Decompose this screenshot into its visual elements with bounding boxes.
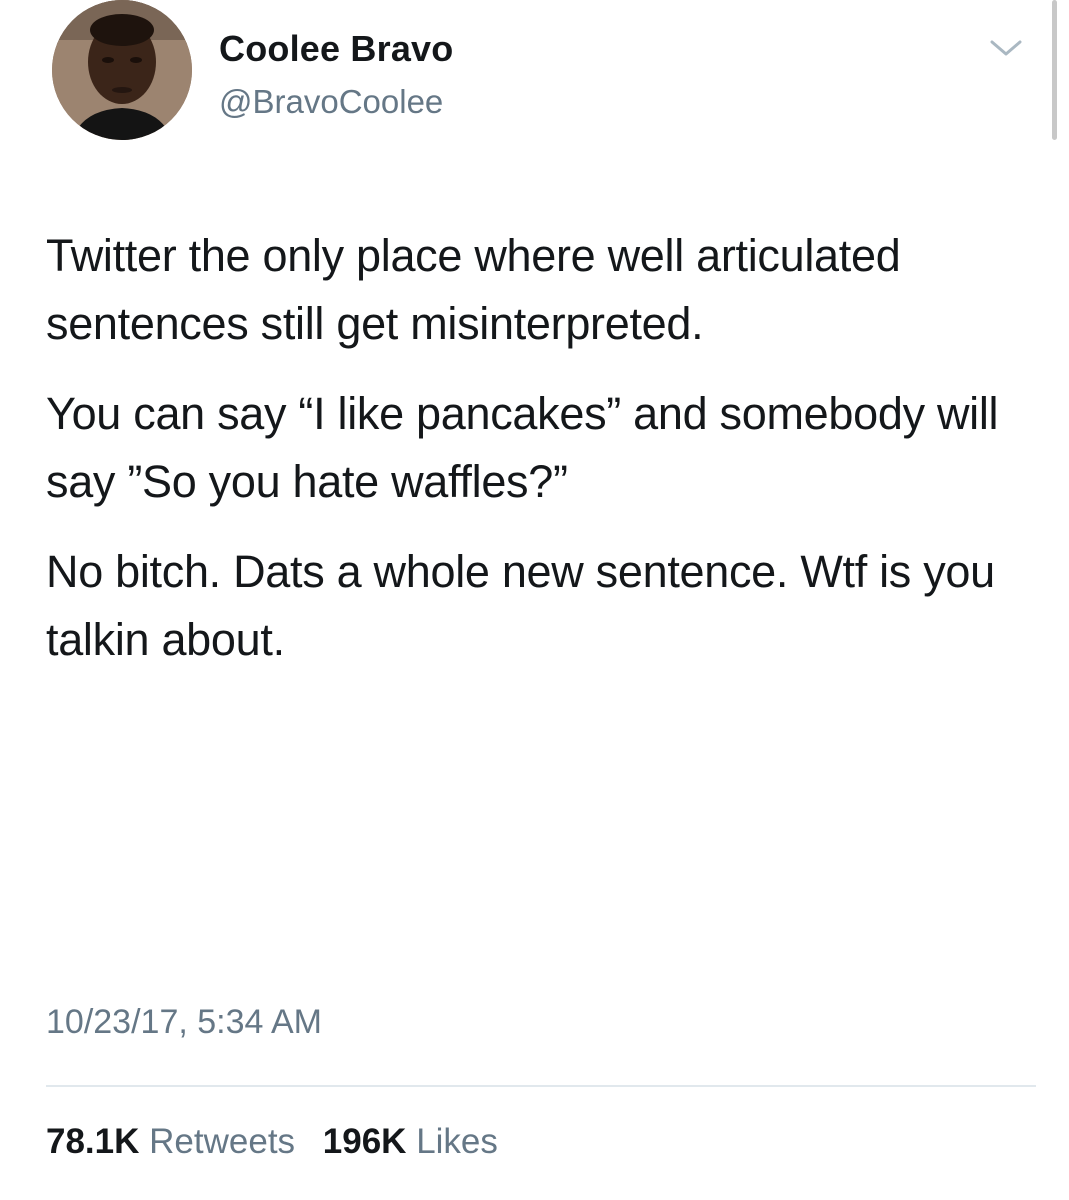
- user-handle[interactable]: @BravoCoolee: [219, 83, 443, 121]
- scrollbar[interactable]: [1052, 0, 1057, 140]
- likes-label: Likes: [416, 1122, 498, 1161]
- tweet-text: Twitter the only place where well articu…: [46, 222, 1036, 696]
- display-name[interactable]: Coolee Bravo: [219, 28, 453, 70]
- avatar-image: [52, 0, 192, 140]
- likes-count: 196K: [322, 1122, 407, 1161]
- retweets-label: Retweets: [149, 1122, 296, 1161]
- tweet-card: Coolee Bravo @BravoCoolee Twitter the on…: [0, 0, 1069, 1200]
- tweet-paragraph: Twitter the only place where well articu…: [46, 230, 901, 349]
- engagement-stats: 78.1K Retweets 196K Likes: [46, 1122, 516, 1162]
- chevron-down-icon[interactable]: [988, 36, 1024, 60]
- retweets-stat[interactable]: 78.1K Retweets: [46, 1122, 295, 1161]
- tweet-timestamp[interactable]: 10/23/17, 5:34 AM: [46, 1003, 322, 1042]
- tweet-paragraph: No bitch. Dats a whole new sentence. Wtf…: [46, 546, 995, 665]
- retweets-count: 78.1K: [46, 1122, 140, 1161]
- tweet-paragraph: You can say “I like pancakes” and somebo…: [46, 388, 999, 507]
- avatar[interactable]: [52, 0, 192, 140]
- likes-stat[interactable]: 196K Likes: [323, 1122, 498, 1161]
- divider: [46, 1085, 1036, 1087]
